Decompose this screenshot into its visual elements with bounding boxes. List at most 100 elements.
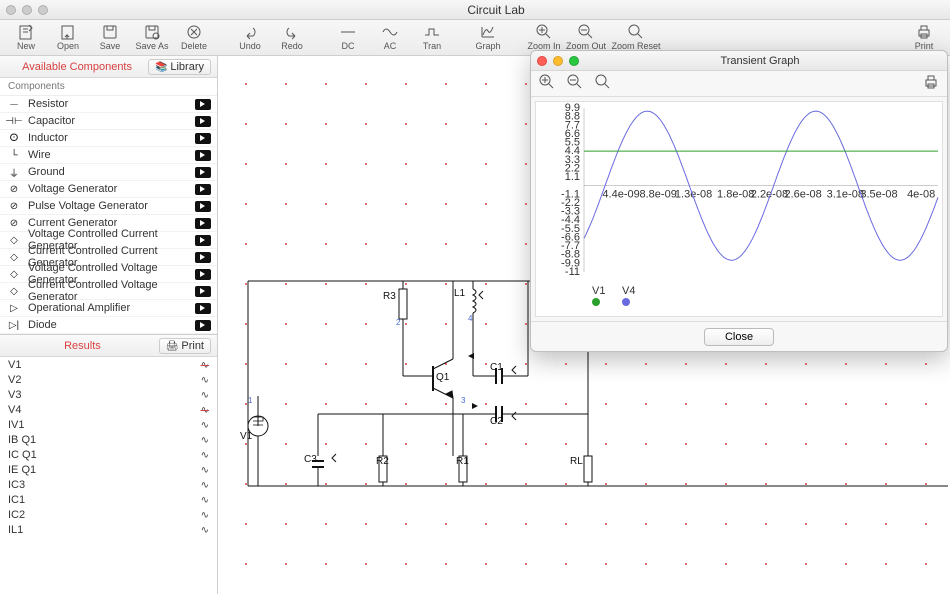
waveform-icon[interactable]: ∿ [193,450,209,460]
component-icon: ⏚ [6,165,22,180]
redo-button[interactable]: Redo [272,21,312,55]
svg-text:2.6e-08: 2.6e-08 [784,189,821,201]
result-item[interactable]: V4∿ [0,402,217,417]
result-item[interactable]: IC3∿ [0,477,217,492]
waveform-icon[interactable]: ∿ [193,435,209,445]
result-item[interactable]: IB Q1∿ [0,432,217,447]
zoom-window-icon[interactable] [38,5,48,15]
zoom-icon[interactable] [569,56,579,66]
component-label: Operational Amplifier [22,302,195,314]
component-item[interactable]: ⊘Voltage Generator [0,181,217,198]
play-icon[interactable] [195,286,211,297]
waveform-icon[interactable]: ∿ [193,360,209,370]
save-button[interactable]: Save [90,21,130,55]
result-item[interactable]: IC2∿ [0,507,217,522]
play-icon[interactable] [195,235,211,246]
waveform-icon[interactable]: ∿ [193,525,209,535]
component-item[interactable]: └Wire [0,147,217,164]
component-item[interactable]: ⏤Resistor [0,96,217,113]
component-item[interactable]: ▷|Diode [0,317,217,334]
result-item[interactable]: V2∿ [0,372,217,387]
waveform-icon[interactable]: ∿ [193,375,209,385]
library-button[interactable]: 📚 Library [148,59,211,75]
tran-button[interactable]: Tran [412,21,452,55]
label-r1: R1 [456,456,469,467]
component-item[interactable]: ⵙInductor [0,130,217,147]
svg-text:V1: V1 [592,285,605,297]
result-item[interactable]: IE Q1∿ [0,462,217,477]
svg-text:3.5e-08: 3.5e-08 [860,189,897,201]
play-icon[interactable] [195,116,211,127]
print-icon [915,24,933,40]
label-c1: C1 [490,362,503,373]
waveform-icon[interactable]: ∿ [193,510,209,520]
result-item[interactable]: IL1∿ [0,522,217,537]
play-icon[interactable] [195,218,211,229]
components-panel-header: Available Components 📚 Library [0,56,217,78]
modal-footer: Close [531,321,947,351]
minimize-icon[interactable] [553,56,563,66]
component-label: Voltage Generator [22,183,195,195]
components-panel-title: Available Components [6,61,148,73]
modal-traffic-lights[interactable] [537,56,579,66]
modal-zoom-reset-button[interactable] [595,74,611,93]
save-as-button[interactable]: Save As [132,21,172,55]
close-icon[interactable] [537,56,547,66]
graph-button[interactable]: Graph [468,21,508,55]
close-window-icon[interactable] [6,5,16,15]
dc-button[interactable]: DC [328,21,368,55]
result-label: IC3 [8,479,193,491]
waveform-icon[interactable]: ∿ [193,405,209,415]
modal-print-button[interactable] [923,74,939,93]
delete-button[interactable]: Delete [174,21,214,55]
graph-plot-area[interactable]: 9.98.87.76.65.54.43.32.21.1-1.1-2.2-3.3-… [535,101,943,317]
play-icon[interactable] [195,320,211,331]
play-icon[interactable] [195,133,211,144]
component-item[interactable]: ⊣⊢Capacitor [0,113,217,130]
components-list[interactable]: ⏤Resistor⊣⊢CapacitorⵙInductor└Wire⏚Groun… [0,96,217,334]
component-item[interactable]: ◇Current Controlled Voltage Generator [0,283,217,300]
window-traffic-lights[interactable] [6,5,48,15]
zoom-in-icon [535,24,553,40]
play-icon[interactable] [195,167,211,178]
minimize-window-icon[interactable] [22,5,32,15]
open-button[interactable]: Open [48,21,88,55]
waveform-icon[interactable]: ∿ [193,390,209,400]
component-item[interactable]: ⏚Ground [0,164,217,181]
component-icon: ▷| [6,320,22,331]
undo-button[interactable]: Undo [230,21,270,55]
delete-icon [185,24,203,40]
component-item[interactable]: ⊘Pulse Voltage Generator [0,198,217,215]
component-item[interactable]: ▷Operational Amplifier [0,300,217,317]
play-icon[interactable] [195,150,211,161]
modal-zoom-out-button[interactable] [567,74,583,93]
play-icon[interactable] [195,99,211,110]
waveform-icon[interactable]: ∿ [193,495,209,505]
result-item[interactable]: IC Q1∿ [0,447,217,462]
svg-text:-11: -11 [565,266,580,278]
result-label: V1 [8,359,193,371]
waveform-icon[interactable]: ∿ [193,465,209,475]
component-icon: ◇ [6,269,22,280]
play-icon[interactable] [195,201,211,212]
play-icon[interactable] [195,269,211,280]
results-print-button[interactable]: 🖨 Print [159,338,211,354]
svg-text:4e-08: 4e-08 [907,189,935,201]
result-item[interactable]: IC1∿ [0,492,217,507]
results-list[interactable]: V1∿V2∿V3∿V4∿IV1∿IB Q1∿IC Q1∿IE Q1∿IC3∿IC… [0,357,217,594]
waveform-icon[interactable]: ∿ [193,480,209,490]
play-icon[interactable] [195,184,211,195]
waveform-icon[interactable]: ∿ [193,420,209,430]
close-button[interactable]: Close [704,328,774,346]
transient-graph-window[interactable]: Transient Graph 9.98.87.76.65.54.43.32.2… [530,50,948,352]
ac-button[interactable]: AC [370,21,410,55]
result-item[interactable]: IV1∿ [0,417,217,432]
modal-titlebar[interactable]: Transient Graph [531,51,947,71]
result-item[interactable]: V1∿ [0,357,217,372]
result-item[interactable]: V3∿ [0,387,217,402]
play-icon[interactable] [195,303,211,314]
new-button[interactable]: New [6,21,46,55]
modal-zoom-in-button[interactable] [539,74,555,93]
label-r3: R3 [383,291,396,302]
play-icon[interactable] [195,252,211,263]
